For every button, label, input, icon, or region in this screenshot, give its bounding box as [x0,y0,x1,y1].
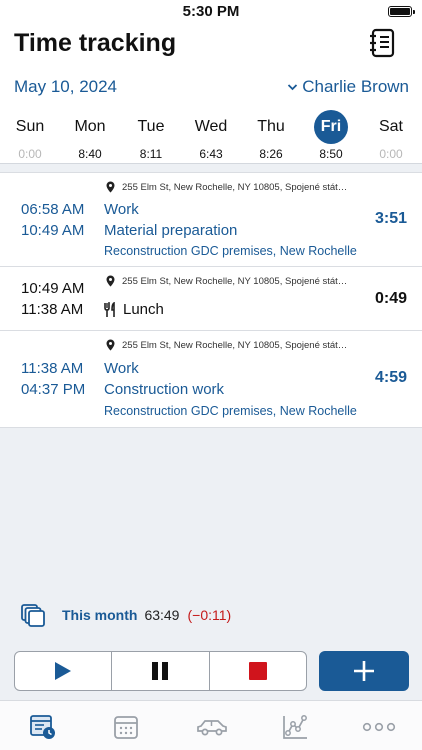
day-mon[interactable]: Mon 8:40 [60,112,120,161]
tab-timesheet[interactable] [28,713,58,741]
chevron-down-icon [288,84,298,91]
entry-break: Lunch [104,301,164,318]
car-icon [197,720,227,736]
day-sat[interactable]: Sat 0:00 [361,112,421,161]
day-total: 8:50 [319,147,343,161]
entry-duration: 3:51 [374,210,407,227]
location-pin-icon [106,275,115,287]
time-entry[interactable]: 255 Elm St, New Rochelle, NY 10805, Spoj… [0,267,422,331]
summary-label: This month [62,607,138,623]
entry-type: Work [104,360,139,377]
stop-button[interactable] [210,652,306,690]
status-time: 5:30 PM [182,3,240,20]
day-sun[interactable]: Sun 0:00 [0,112,60,161]
day-name: Wed [194,118,228,135]
month-summary[interactable]: This month 63:49 (−0:11) [20,603,231,627]
play-icon [55,662,72,680]
notebook-button[interactable] [368,28,396,58]
entry-location: 255 Elm St, New Rochelle, NY 10805, Spoj… [106,275,347,287]
entry-end: 11:38 AM [21,301,84,318]
pause-icon [152,662,169,680]
stats-icon [283,715,307,739]
entry-type: Lunch [123,301,164,318]
entry-duration: 4:59 [374,369,407,386]
day-total: 6:43 [199,147,223,161]
day-name: Sun [15,118,45,135]
pause-button[interactable] [112,652,210,690]
summary-total: 63:49 [144,607,180,623]
entry-start: 06:58 AM [21,201,85,218]
stop-icon [248,662,267,680]
time-entry[interactable]: 255 Elm St, New Rochelle, NY 10805, Spoj… [0,331,422,427]
tab-statistics[interactable] [280,713,310,741]
tab-bar [0,700,422,750]
date-label[interactable]: May 10, 2024 [14,77,117,97]
location-pin-icon [106,181,115,193]
more-icon [362,722,396,732]
calendar-icon [114,716,138,739]
day-name: Tue [137,118,165,135]
entry-activity: Material preparation [104,222,238,239]
tab-calendar[interactable] [111,713,141,741]
add-entry-button[interactable] [319,651,409,691]
day-total: 8:40 [78,147,102,161]
tab-vehicles[interactable] [196,713,228,741]
entry-end: 04:37 PM [21,381,86,398]
user-name: Charlie Brown [302,77,409,96]
timer-controls [14,651,307,691]
entry-type: Work [104,201,139,218]
status-bar: 5:30 PM [0,0,422,24]
fork-knife-icon [104,301,115,317]
location-text: 255 Elm St, New Rochelle, NY 10805, Spoj… [122,275,348,287]
entry-start: 11:38 AM [21,360,84,377]
entry-location: 255 Elm St, New Rochelle, NY 10805, Spoj… [106,181,347,193]
entry-location: 255 Elm St, New Rochelle, NY 10805, Spoj… [106,339,347,351]
day-name: Sat [378,118,403,135]
time-entry[interactable]: 255 Elm St, New Rochelle, NY 10805, Spoj… [0,173,422,267]
entry-project: Reconstruction GDC premises, New Rochell… [104,244,357,258]
day-tue[interactable]: Tue 8:11 [121,112,181,161]
battery-icon [388,6,415,17]
day-total: 8:26 [259,147,283,161]
entry-start: 10:49 AM [21,280,85,297]
entry-activity: Construction work [104,381,225,398]
day-total: 0:00 [379,147,403,161]
week-strip: Sun 0:00 Mon 8:40 Tue 8:11 Wed 6:43 Thu … [0,110,422,162]
user-selector[interactable]: Charlie Brown [287,77,409,97]
day-thu[interactable]: Thu 8:26 [241,112,301,161]
day-total: 0:00 [18,147,42,161]
day-wed[interactable]: Wed 6:43 [181,112,241,161]
day-fri[interactable]: Fri 8:50 [301,110,361,161]
day-name-selected: Fri [314,110,348,144]
time-entries-list: 255 Elm St, New Rochelle, NY 10805, Spoj… [0,172,422,428]
location-text: 255 Elm St, New Rochelle, NY 10805, Spoj… [122,339,348,351]
plus-icon [354,661,374,681]
summary-difference: (−0:11) [187,607,232,623]
timesheet-icon [30,715,55,739]
page-title: Time tracking [14,29,177,57]
location-text: 255 Elm St, New Rochelle, NY 10805, Spoj… [122,181,348,193]
day-name: Thu [257,118,285,135]
stacked-pages-icon [21,604,45,627]
location-pin-icon [106,339,115,351]
entry-project: Reconstruction GDC premises, New Rochell… [104,404,357,418]
entry-duration: 0:49 [374,290,407,307]
notebook-icon [370,28,395,58]
entry-end: 10:49 AM [21,222,85,239]
day-name: Mon [74,118,106,135]
play-button[interactable] [15,652,113,690]
day-total: 8:11 [139,147,163,161]
tab-more[interactable] [362,713,396,741]
